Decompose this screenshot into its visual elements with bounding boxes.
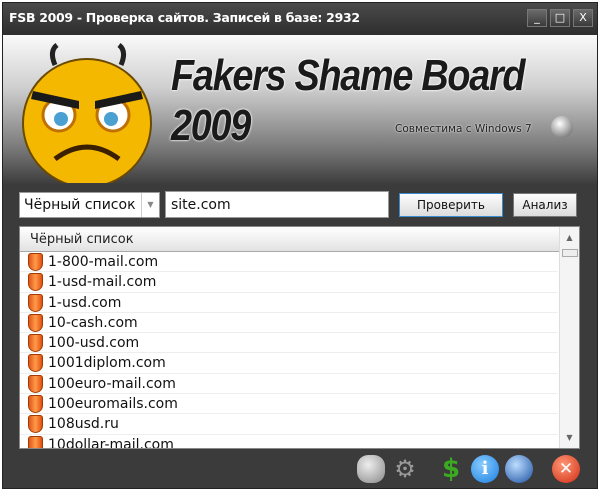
- site-domain: 10dollar-mail.com: [48, 436, 174, 449]
- site-domain: 1-800-mail.com: [48, 254, 159, 270]
- scroll-down-icon[interactable]: ▼: [560, 433, 579, 442]
- shield-icon: [28, 374, 43, 393]
- app-logo-text: Fakers Shame Board 2009: [171, 51, 526, 150]
- site-domain: 1-usd.com: [48, 294, 122, 311]
- list-item[interactable]: 100euromails.com: [20, 394, 558, 415]
- angry-smiley-logo-icon: [22, 43, 152, 183]
- close-button[interactable]: X: [573, 9, 593, 27]
- site-domain: 100euro-mail.com: [48, 375, 176, 392]
- app-window: FSB 2009 - Проверка сайтов. Записей в ба…: [2, 2, 598, 489]
- list-type-select[interactable]: Чёрный список ▼: [19, 192, 160, 218]
- vertical-scrollbar[interactable]: ▲ ▼: [559, 227, 579, 448]
- windows7-compat-label: Совместима с Windows 7: [395, 123, 532, 135]
- shield-icon: [28, 415, 43, 434]
- minimize-button[interactable]: _: [527, 9, 547, 27]
- chevron-down-icon[interactable]: ▼: [141, 193, 159, 217]
- database-refresh-icon[interactable]: [357, 455, 385, 483]
- list-item[interactable]: 1-800-mail.com: [20, 252, 558, 273]
- shield-icon: [28, 273, 43, 292]
- shield-icon: [28, 253, 43, 271]
- check-button[interactable]: Проверить: [399, 193, 503, 217]
- list-item[interactable]: 1-usd.com: [20, 293, 558, 313]
- site-domain: 100euromails.com: [48, 396, 178, 413]
- list-item[interactable]: 1-usd-mail.com: [20, 272, 558, 293]
- site-domain: 100-usd.com: [48, 335, 140, 352]
- list-item[interactable]: 10-cash.com: [20, 313, 558, 334]
- info-icon[interactable]: i: [471, 455, 499, 483]
- site-domain: 10-cash.com: [48, 314, 138, 331]
- scroll-thumb[interactable]: [562, 249, 578, 257]
- settings-gears-icon[interactable]: ⚙: [391, 455, 419, 483]
- analyze-button[interactable]: Анализ: [513, 193, 577, 217]
- globe-icon[interactable]: [505, 455, 533, 483]
- site-domain: 108usd.ru: [48, 416, 119, 433]
- scroll-up-icon[interactable]: ▲: [560, 233, 579, 242]
- shield-icon: [28, 395, 43, 414]
- url-input[interactable]: [165, 191, 389, 218]
- window-title: FSB 2009 - Проверка сайтов. Записей в ба…: [9, 10, 360, 25]
- list-item[interactable]: 10dollar-mail.com: [20, 435, 558, 449]
- exit-icon[interactable]: ✕: [552, 455, 580, 483]
- column-header[interactable]: Чёрный список: [20, 227, 563, 252]
- windows-logo-icon: [551, 116, 573, 138]
- list-item[interactable]: 100euro-mail.com: [20, 374, 558, 395]
- shield-icon: [28, 334, 43, 353]
- shield-icon: [28, 313, 43, 332]
- list-item[interactable]: 1001diplom.com: [20, 353, 558, 374]
- update-arrows-icon[interactable]: $: [437, 455, 465, 483]
- list-type-value: Чёрный список: [24, 197, 136, 213]
- maximize-button[interactable]: □: [550, 9, 570, 27]
- list-item[interactable]: 100-usd.com: [20, 333, 558, 354]
- site-domain: 1-usd-mail.com: [48, 274, 157, 291]
- shield-icon: [28, 293, 43, 312]
- shield-icon: [28, 435, 43, 448]
- list-item[interactable]: 108usd.ru: [20, 414, 558, 435]
- title-bar: FSB 2009 - Проверка сайтов. Записей в ба…: [3, 3, 597, 35]
- blacklist-table: Чёрный список 1-800-mail.com 1-usd-mail.c…: [19, 226, 580, 449]
- shield-icon: [28, 354, 43, 373]
- site-domain: 1001diplom.com: [48, 355, 166, 372]
